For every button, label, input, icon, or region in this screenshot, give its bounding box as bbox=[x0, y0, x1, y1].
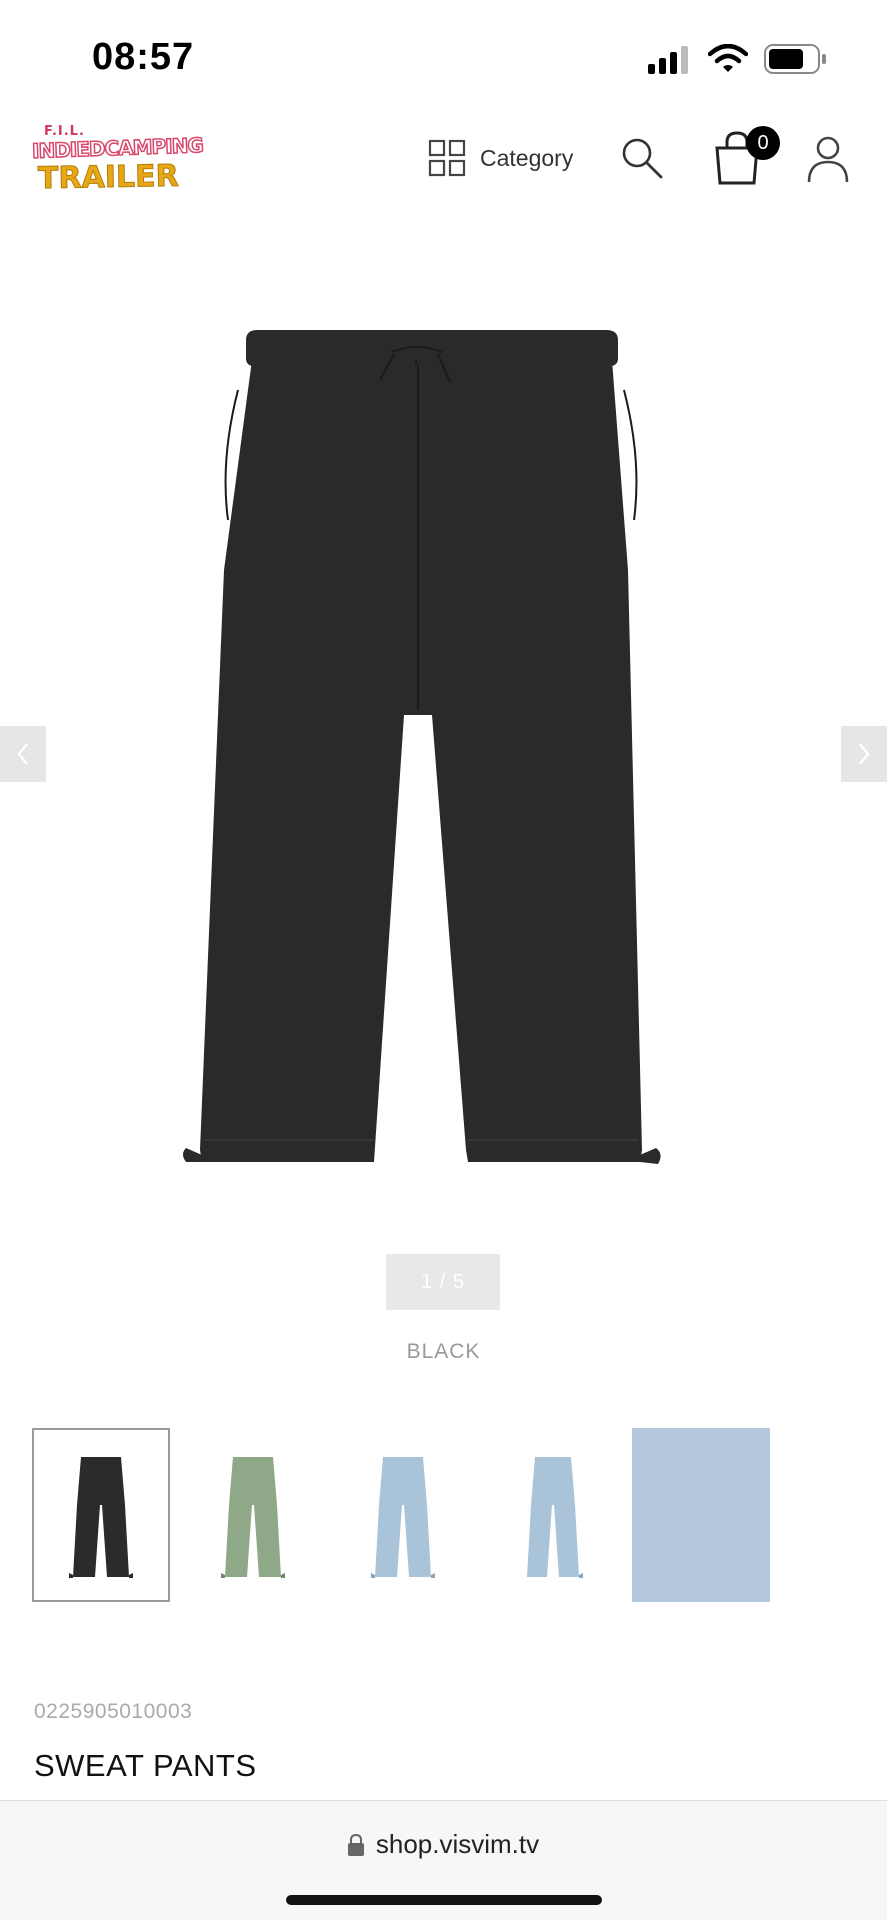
product-name: SWEAT PANTS bbox=[34, 1748, 257, 1783]
home-indicator[interactable] bbox=[286, 1895, 602, 1905]
thumbnail-black[interactable] bbox=[32, 1428, 170, 1602]
logo-line2: TRAILER bbox=[37, 158, 179, 197]
chevron-right-icon bbox=[859, 743, 870, 765]
category-label: Category bbox=[480, 144, 574, 171]
grid-icon bbox=[428, 139, 466, 177]
product-sku: 0225905010003 bbox=[34, 1700, 193, 1723]
selected-color-name: BLACK bbox=[406, 1340, 481, 1363]
browser-address-bar[interactable]: shop.visvim.tv bbox=[0, 1800, 887, 1920]
status-bar: 08:57 bbox=[0, 0, 887, 110]
lock-icon bbox=[347, 1833, 364, 1856]
next-image-button[interactable] bbox=[841, 726, 887, 782]
url-text: shop.visvim.tv bbox=[375, 1829, 540, 1859]
url-display[interactable]: shop.visvim.tv bbox=[0, 1829, 887, 1860]
site-logo[interactable]: F.I.L. INDIEDCAMPING TRAILER bbox=[30, 122, 204, 202]
thumbnail-light-blue[interactable] bbox=[334, 1428, 472, 1602]
product-main-image[interactable] bbox=[180, 320, 700, 1180]
thumbnail-light-blue-back[interactable] bbox=[484, 1428, 622, 1602]
chevron-left-icon bbox=[17, 743, 28, 765]
signal-icon bbox=[648, 46, 688, 74]
pants-thumbnail-image bbox=[527, 1457, 583, 1578]
search-icon[interactable] bbox=[620, 136, 664, 180]
battery-icon bbox=[764, 44, 826, 74]
thumbnail-green[interactable] bbox=[184, 1428, 322, 1602]
site-header: F.I.L. INDIEDCAMPING TRAILER Category 0 bbox=[0, 110, 887, 220]
pants-thumbnail-image bbox=[69, 1457, 133, 1578]
product-page: 08:57 F.I.L. INDIEDCAMPING TRAILER Categ… bbox=[0, 0, 887, 1920]
thumbnail-fabric-swatch[interactable] bbox=[632, 1428, 770, 1602]
thumbnail-strip bbox=[32, 1428, 832, 1602]
status-time: 08:57 bbox=[92, 36, 195, 78]
image-pager: 1 / 5 bbox=[386, 1254, 500, 1310]
wifi-icon bbox=[708, 44, 748, 72]
prev-image-button[interactable] bbox=[0, 726, 46, 782]
pants-thumbnail-image bbox=[371, 1457, 435, 1578]
cart-count-badge[interactable]: 0 bbox=[746, 126, 780, 160]
pants-thumbnail-image bbox=[221, 1457, 285, 1578]
category-button[interactable]: Category bbox=[428, 136, 573, 180]
user-icon[interactable] bbox=[806, 134, 850, 184]
